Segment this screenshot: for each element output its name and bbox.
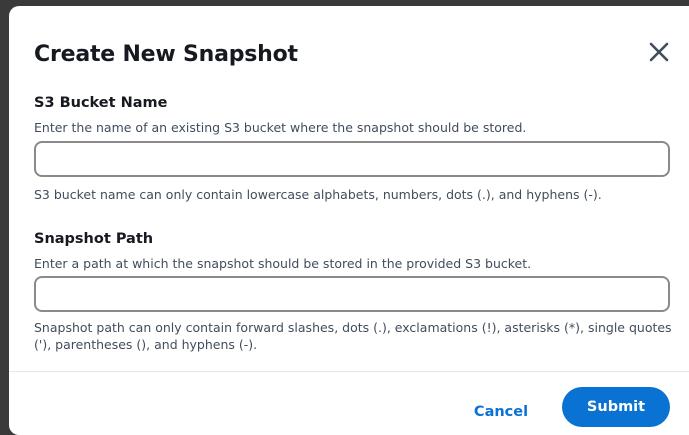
submit-button[interactable]: Submit — [562, 387, 670, 427]
cancel-button[interactable]: Cancel — [461, 394, 541, 430]
snapshot-path-description: Enter a path at which the snapshot shoul… — [34, 256, 532, 271]
snapshot-path-label: Snapshot Path — [34, 231, 154, 247]
snapshot-path-constraint: Snapshot path can only contain forward s… — [34, 320, 672, 352]
close-icon — [649, 42, 669, 62]
close-button[interactable] — [645, 38, 673, 66]
modal-title: Create New Snapshot — [34, 42, 298, 67]
create-snapshot-modal: Create New Snapshot S3 Bucket Name Enter… — [9, 6, 689, 435]
snapshot-path-input[interactable] — [34, 276, 670, 312]
bucket-name-label: S3 Bucket Name — [34, 95, 168, 111]
footer-divider — [9, 371, 689, 372]
bucket-name-input[interactable] — [34, 141, 670, 177]
bucket-name-description: Enter the name of an existing S3 bucket … — [34, 120, 527, 135]
bucket-name-constraint: S3 bucket name can only contain lowercas… — [34, 187, 602, 202]
